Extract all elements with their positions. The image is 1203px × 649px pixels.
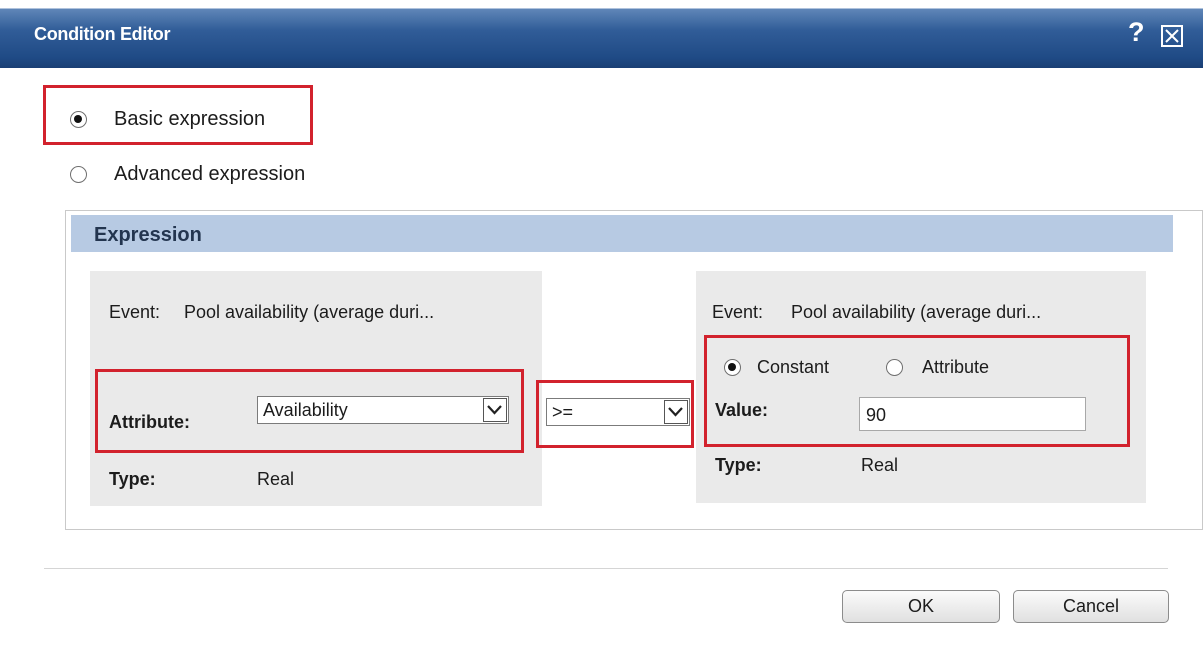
right-event-label: Event:	[712, 302, 764, 322]
basic-expression-radio[interactable]	[70, 111, 87, 128]
right-operand-pane: Event: Pool availability (average duri..…	[696, 271, 1146, 503]
right-type-value: Real	[861, 455, 899, 475]
right-type-label: Type:	[715, 455, 762, 475]
attribute-select[interactable]: Availability	[257, 396, 509, 424]
constant-label: Constant	[757, 357, 830, 377]
left-type-label: Type:	[109, 469, 156, 489]
attribute-option-label: Attribute	[922, 357, 990, 377]
advanced-expression-label: Advanced expression	[114, 163, 306, 185]
expression-group: Expression Event: Pool availability (ave…	[65, 210, 1203, 530]
cancel-button[interactable]: Cancel	[1013, 590, 1169, 623]
dialog-titlebar[interactable]: Condition Editor ?	[0, 0, 1203, 68]
operator-select-value: >=	[552, 402, 574, 422]
left-event-value: Pool availability (average duri...	[184, 302, 435, 322]
attribute-select-value: Availability	[263, 400, 348, 420]
attribute-label: Attribute:	[109, 412, 190, 432]
basic-expression-radio-option[interactable]: Basic expression	[70, 108, 265, 131]
close-icon[interactable]	[1161, 25, 1183, 47]
footer-divider	[44, 568, 1168, 569]
left-type-value: Real	[257, 469, 295, 489]
advanced-expression-radio-option[interactable]: Advanced expression	[70, 163, 305, 186]
constant-radio[interactable]	[724, 359, 741, 376]
dialog-title: Condition Editor	[34, 24, 171, 44]
expression-header: Expression	[71, 215, 1173, 252]
chevron-down-icon[interactable]	[483, 398, 507, 422]
right-event-value: Pool availability (average duri...	[791, 302, 1042, 322]
ok-button[interactable]: OK	[842, 590, 1000, 623]
value-input[interactable]: 90	[859, 397, 1086, 431]
attribute-radio[interactable]	[886, 359, 903, 376]
attribute-radio-option[interactable]: Attribute	[886, 357, 989, 378]
value-label: Value:	[715, 400, 769, 420]
operator-select[interactable]: >=	[546, 398, 690, 426]
advanced-expression-radio[interactable]	[70, 166, 87, 183]
value-input-text: 90	[866, 405, 887, 425]
basic-expression-label: Basic expression	[114, 108, 266, 130]
constant-radio-option[interactable]: Constant	[724, 357, 829, 378]
help-icon[interactable]: ?	[1128, 17, 1145, 47]
left-operand-pane: Event: Pool availability (average duri..…	[90, 271, 542, 506]
left-event-label: Event:	[109, 302, 161, 322]
chevron-down-icon[interactable]	[664, 400, 688, 424]
expression-title: Expression	[94, 224, 202, 246]
